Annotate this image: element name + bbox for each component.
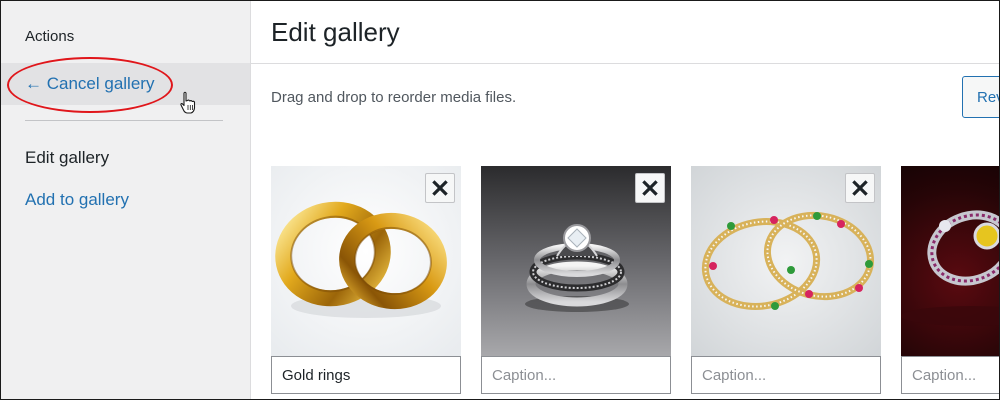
caption-input[interactable] (691, 356, 881, 394)
cancel-gallery-link[interactable]: ← Cancel gallery (25, 74, 154, 94)
sidebar-separator (25, 120, 223, 121)
main-panel: Edit gallery Drag and drop to reorder me… (251, 1, 999, 399)
gallery-item[interactable] (481, 166, 671, 396)
sidebar: Actions ← Cancel gallery Edit gallery Ad… (1, 1, 251, 399)
caption-input[interactable] (271, 356, 461, 394)
close-icon (432, 180, 448, 196)
caption-input[interactable] (901, 356, 999, 394)
hand-pointer-icon (180, 91, 196, 114)
gallery-item[interactable] (901, 166, 999, 396)
gallery-item[interactable] (271, 166, 461, 396)
page-title: Edit gallery (271, 17, 400, 47)
title-bar: Edit gallery (251, 1, 999, 64)
reverse-order-button[interactable]: Rev (962, 76, 999, 118)
edit-gallery-item[interactable]: Edit gallery (25, 148, 109, 168)
caption-input[interactable] (481, 356, 671, 394)
remove-item-button[interactable] (425, 173, 455, 203)
media-modal: Actions ← Cancel gallery Edit gallery Ad… (0, 0, 1000, 400)
cancel-gallery-row[interactable]: ← Cancel gallery (1, 63, 250, 105)
add-to-gallery-link[interactable]: Add to gallery (25, 190, 129, 210)
remove-item-button[interactable] (635, 173, 665, 203)
close-icon (642, 180, 658, 196)
close-icon (852, 180, 868, 196)
jeweled-ring-image (901, 166, 999, 356)
reorder-instructions: Drag and drop to reorder media files. (271, 89, 517, 106)
actions-heading: Actions (25, 28, 75, 45)
remove-item-button[interactable] (845, 173, 875, 203)
gallery-item[interactable] (691, 166, 881, 396)
